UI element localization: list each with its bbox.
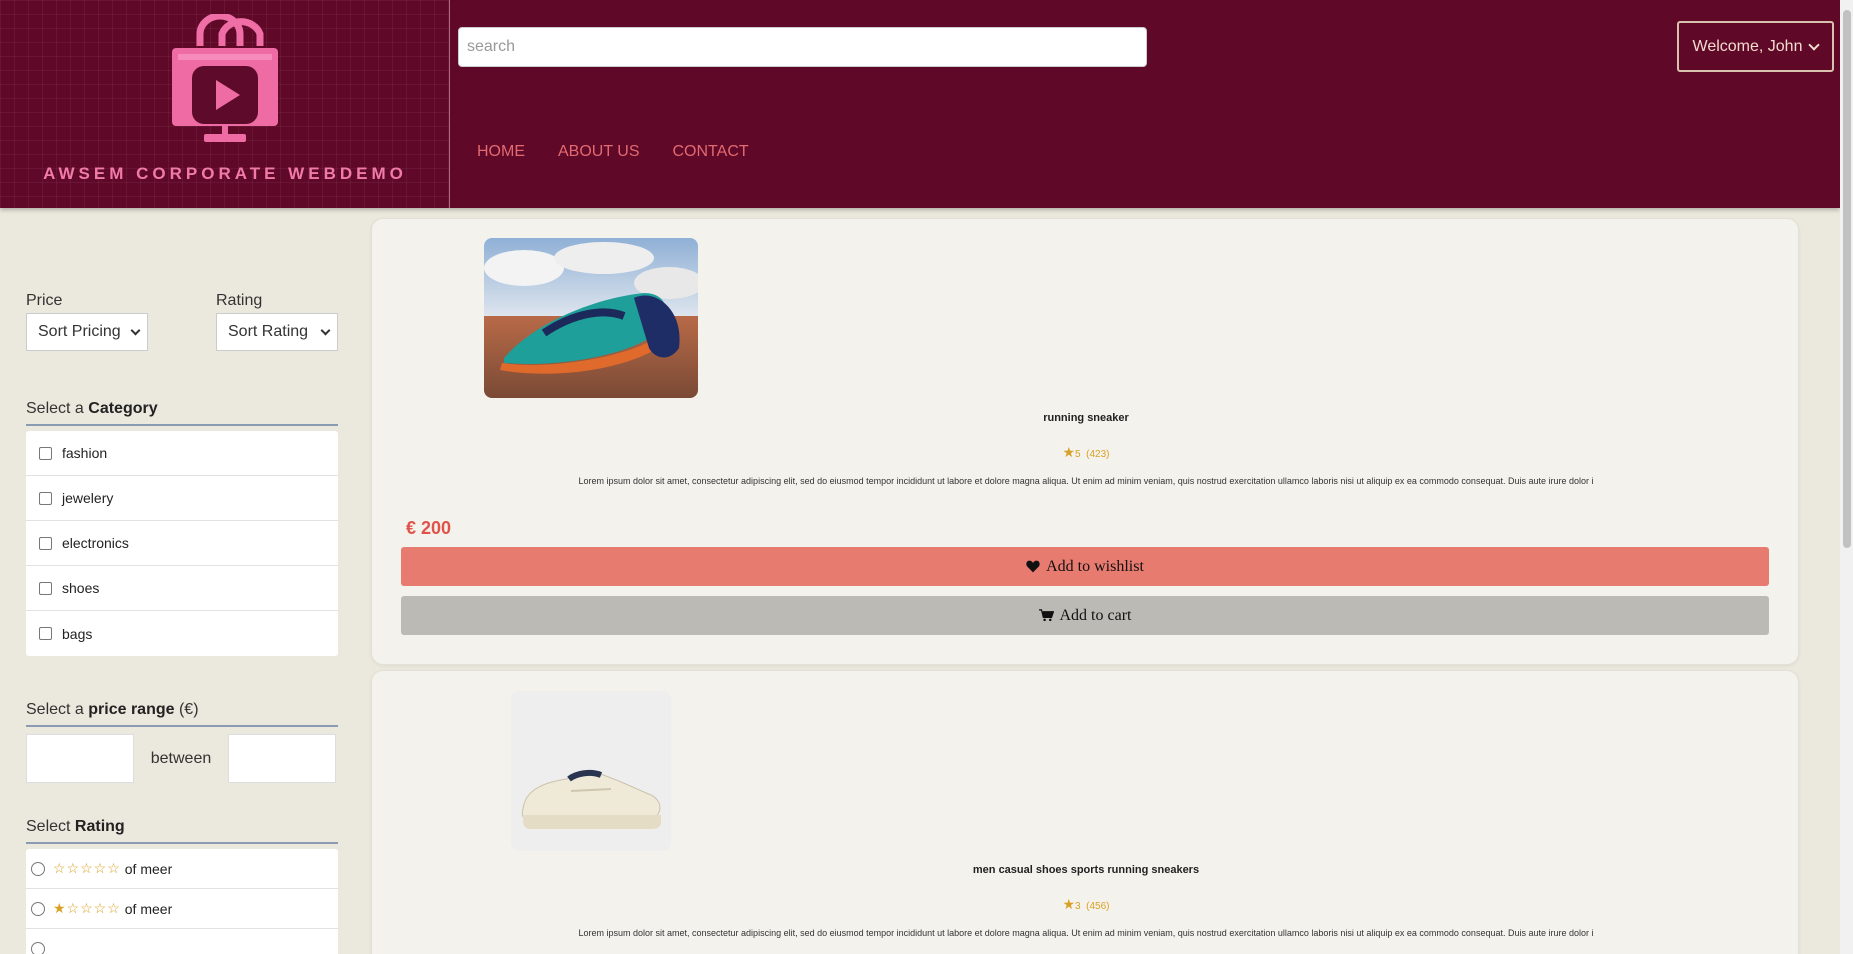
category-item-jewelery[interactable]: jewelery <box>26 476 338 521</box>
rating-option-2[interactable] <box>26 929 338 954</box>
checkbox[interactable] <box>39 536 52 550</box>
product-rating: ★5 (423) <box>1062 444 1110 460</box>
product-name[interactable]: men casual shoes sports running sneakers <box>372 864 1800 876</box>
page-scrollbar[interactable] <box>1840 0 1853 954</box>
product-price: € 200 <box>406 518 452 538</box>
nav-home[interactable]: HOME <box>477 143 525 161</box>
category-filter: Select a Category fashion jewelery elect… <box>26 400 338 656</box>
running-sneaker-image <box>484 238 698 398</box>
rating-title: Select Rating <box>26 818 338 844</box>
rating-option-1[interactable]: ★☆☆☆☆ of meer <box>26 889 338 929</box>
product-card: men casual shoes sports running sneakers… <box>371 670 1799 954</box>
category-item-shoes[interactable]: shoes <box>26 566 338 611</box>
product-description: Lorem ipsum dolor sit amet, consectetur … <box>578 928 1594 938</box>
price-sort-select[interactable]: Sort Pricing <box>26 313 148 351</box>
checkbox[interactable] <box>39 446 52 460</box>
radio-button[interactable] <box>31 861 45 876</box>
price-max-input[interactable] <box>228 734 336 783</box>
site-header: AWSEM CORPORATE WEBDEMO Welcome, John HO… <box>0 0 1840 208</box>
chevron-down-icon <box>320 325 331 335</box>
star-icon: ★ <box>1062 896 1076 912</box>
checkbox[interactable] <box>39 627 52 640</box>
shopping-bag-monitor-play-icon <box>172 14 278 142</box>
star-icons: ★☆☆☆☆ <box>53 900 121 916</box>
search-input[interactable] <box>458 27 1147 67</box>
category-title: Select a Category <box>26 400 338 426</box>
price-sort-value: Sort Pricing <box>38 323 121 340</box>
main-nav: HOME ABOUT US CONTACT <box>477 143 749 161</box>
rating-sort-group: Rating Sort Rating <box>216 292 338 351</box>
rating-sort-label: Rating <box>216 292 263 309</box>
nav-contact[interactable]: CONTACT <box>673 143 749 161</box>
between-label: between <box>150 749 212 767</box>
rating-option-0[interactable]: ☆☆☆☆☆ of meer <box>26 849 338 889</box>
product-rating: ★3 (456) <box>1062 896 1110 912</box>
heart-icon <box>1026 560 1040 573</box>
price-range-title: Select a price range (€) <box>26 701 338 727</box>
rating-list: ☆☆☆☆☆ of meer ★☆☆☆☆ of meer <box>26 849 338 954</box>
product-card: running sneaker ★5 (423) Lorem ipsum dol… <box>371 218 1799 665</box>
product-image[interactable] <box>511 691 671 851</box>
chevron-down-icon <box>1808 38 1821 51</box>
rating-sort-select[interactable]: Sort Rating <box>216 313 338 351</box>
checkbox[interactable] <box>39 581 52 595</box>
star-icons: ☆☆☆☆☆ <box>53 860 121 876</box>
checkbox[interactable] <box>39 491 52 505</box>
add-to-wishlist-button[interactable]: Add to wishlist <box>401 547 1769 586</box>
radio-button[interactable] <box>31 901 45 916</box>
product-description: Lorem ipsum dolor sit amet, consectetur … <box>578 476 1594 486</box>
product-name[interactable]: running sneaker <box>372 412 1800 424</box>
category-item-bags[interactable]: bags <box>26 611 338 656</box>
casual-sneaker-image <box>521 769 661 829</box>
scrollbar-thumb[interactable] <box>1843 10 1851 548</box>
add-to-cart-button[interactable]: Add to cart <box>401 596 1769 635</box>
nav-about-us[interactable]: ABOUT US <box>558 143 640 161</box>
chevron-down-icon <box>130 325 141 335</box>
category-item-electronics[interactable]: electronics <box>26 521 338 566</box>
price-sort-group: Price Sort Pricing <box>26 292 148 351</box>
category-list: fashion jewelery electronics shoes bags <box>26 431 338 656</box>
price-range-filter: Select a price range (€) between <box>26 701 338 783</box>
user-menu-label: Welcome, John <box>1692 37 1803 55</box>
brand[interactable]: AWSEM CORPORATE WEBDEMO <box>0 0 450 208</box>
rating-sort-value: Sort Rating <box>228 323 309 340</box>
rating-filter: Select Rating ☆☆☆☆☆ of meer ★☆☆☆☆ of mee… <box>26 818 338 954</box>
cart-icon <box>1038 609 1054 622</box>
category-item-fashion[interactable]: fashion <box>26 431 338 476</box>
price-min-input[interactable] <box>26 734 134 783</box>
filter-sidebar: Price Sort Pricing Rating Sort Rating Se… <box>26 292 338 954</box>
radio-button[interactable] <box>31 942 45 954</box>
brand-name: AWSEM CORPORATE WEBDEMO <box>43 164 407 183</box>
price-sort-label: Price <box>26 292 63 309</box>
star-icon: ★ <box>1062 444 1076 460</box>
user-menu-button[interactable]: Welcome, John <box>1677 21 1834 72</box>
product-image[interactable] <box>484 238 698 398</box>
